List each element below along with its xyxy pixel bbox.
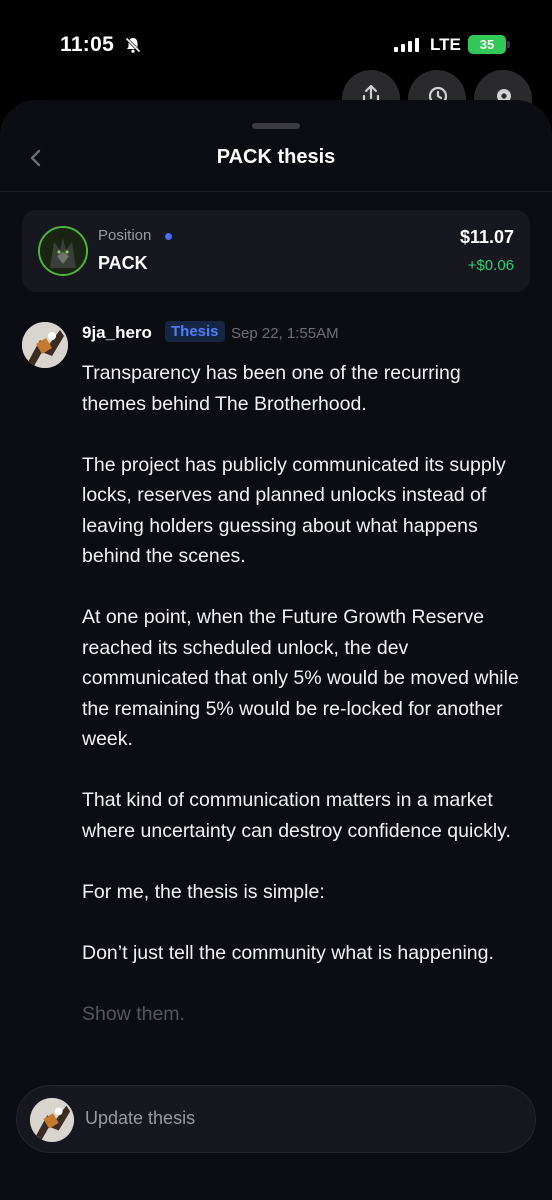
- thesis-badge: Thesis: [165, 321, 225, 342]
- position-card[interactable]: Position PACK $11.07 +$0.06: [22, 210, 530, 292]
- sheet-grabber[interactable]: [252, 123, 300, 129]
- sheet-header: PACK thesis: [0, 136, 552, 192]
- current-user-avatar: [30, 1098, 74, 1142]
- position-change: +$0.06: [467, 257, 514, 274]
- scroll-fade: [0, 1030, 552, 1090]
- post-paragraph: For me, the thesis is simple:: [82, 880, 325, 903]
- author-photo: [22, 322, 68, 368]
- post-paragraph: That kind of communication matters in a …: [82, 789, 511, 842]
- post-timestamp: Sep 22, 1:55AM: [231, 325, 339, 342]
- post-paragraph: Show them.: [82, 1002, 185, 1025]
- live-dot: [165, 233, 172, 240]
- author-avatar[interactable]: [22, 322, 68, 368]
- token-avatar: [38, 226, 88, 276]
- wolf-logo-icon: [40, 228, 86, 274]
- update-thesis-input[interactable]: Update thesis: [16, 1085, 536, 1153]
- thesis-sheet: PACK thesis Position PACK $11.07 +$0.06 …: [0, 100, 552, 1200]
- user-photo: [30, 1098, 74, 1142]
- battery-tip: [507, 41, 510, 48]
- network-type: LTE: [430, 35, 461, 54]
- cell-signal-icon: [394, 38, 419, 52]
- post-paragraph: The project has publicly communicated it…: [82, 453, 506, 568]
- status-time: 11:05: [60, 33, 115, 56]
- battery-indicator: 35: [468, 35, 506, 54]
- bell-muted-icon: [125, 37, 141, 53]
- post-paragraph: Don’t just tell the community what is ha…: [82, 941, 494, 964]
- position-value: $11.07: [459, 227, 514, 247]
- author-name[interactable]: 9ja_hero: [82, 323, 152, 343]
- post-body: Transparency has been one of the recurri…: [82, 358, 522, 1060]
- post-paragraph: Transparency has been one of the recurri…: [82, 362, 461, 415]
- post-paragraph: At one point, when the Future Growth Res…: [82, 606, 519, 750]
- status-bar: 11:05 LTE 35: [0, 0, 552, 90]
- page-title: PACK thesis: [216, 146, 336, 168]
- input-placeholder: Update thesis: [85, 1108, 196, 1128]
- position-label: Position: [98, 227, 152, 244]
- position-ticker: PACK: [98, 253, 148, 273]
